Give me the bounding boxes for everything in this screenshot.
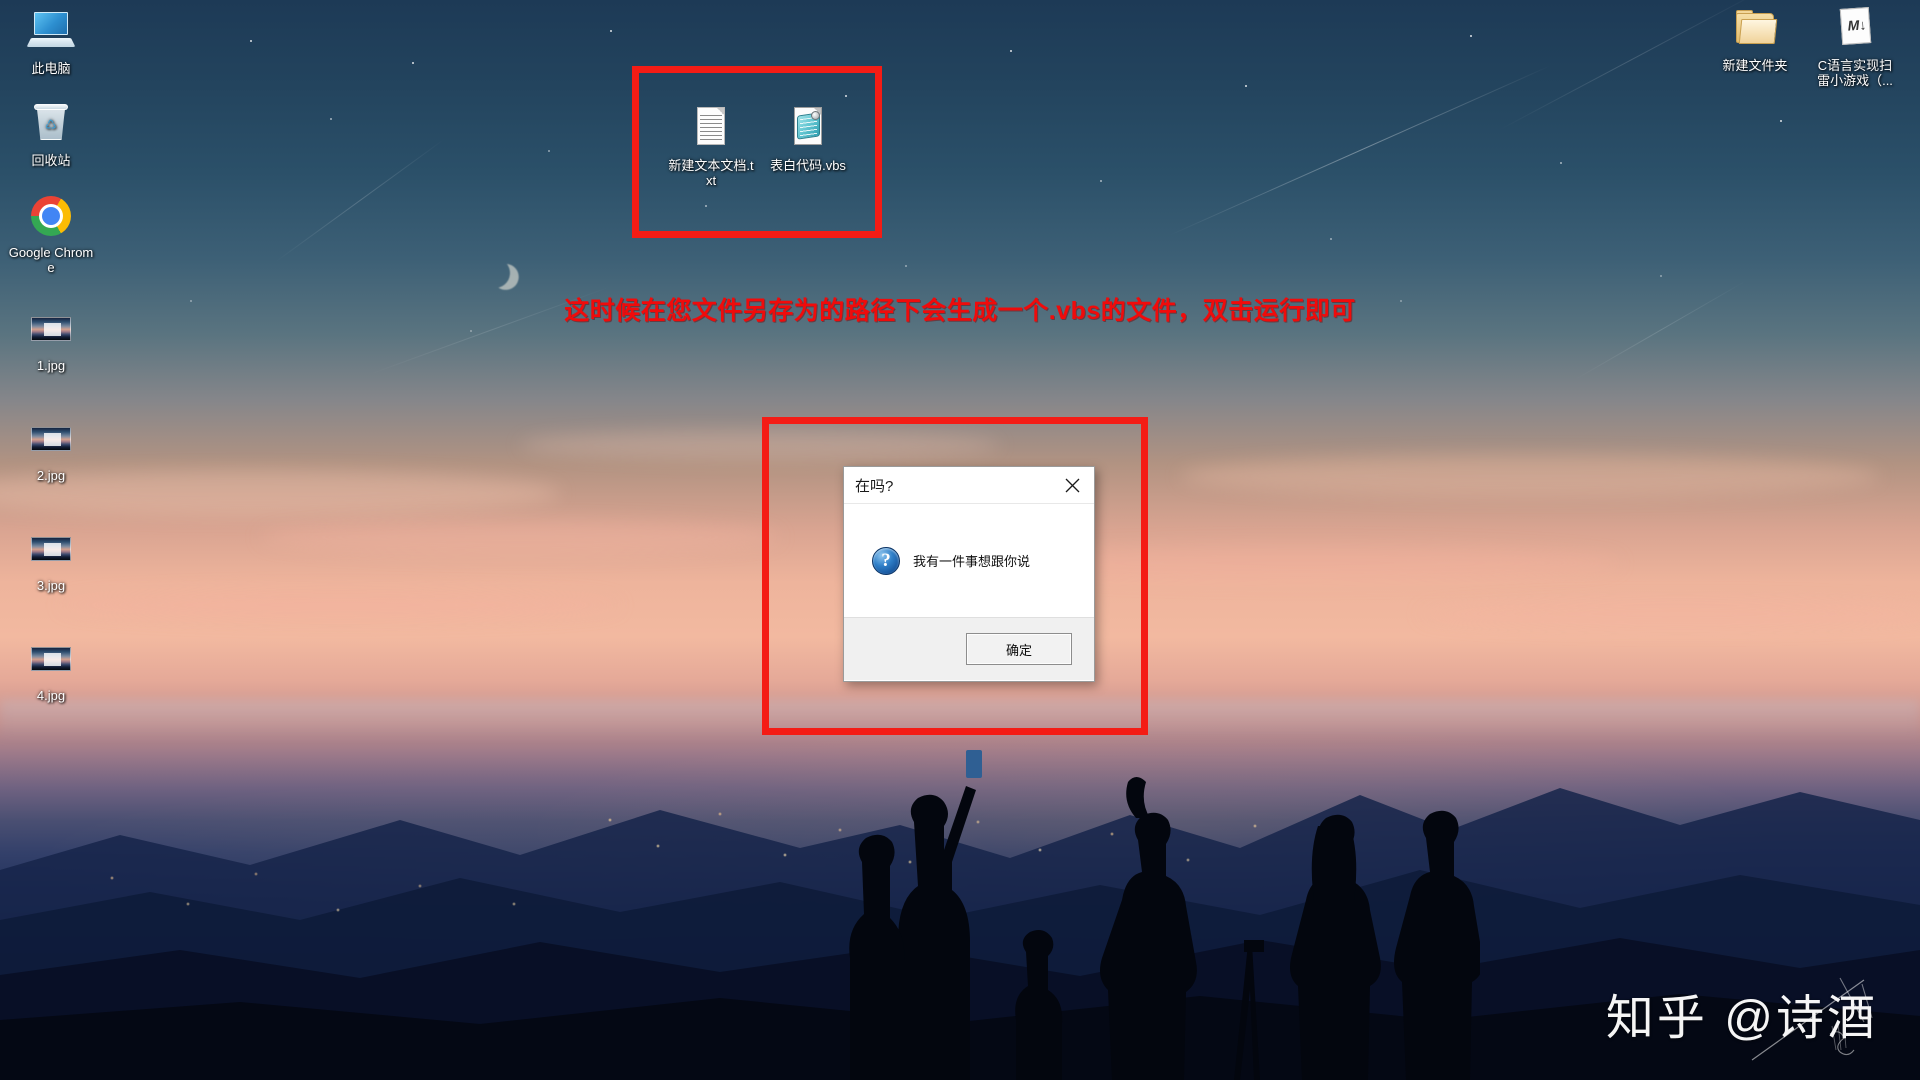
desktop-icon-label: 2.jpg (36, 468, 66, 483)
question-mark-icon: ? (872, 546, 900, 575)
image-thumbnail-icon (27, 635, 75, 683)
dialog-body: ? 我有一件事想跟你说 (844, 504, 1094, 617)
desktop-icon-c-minesweeper[interactable]: M↓ C语言实现扫雷小游戏（... (1812, 5, 1898, 88)
desktop-icon-recycle-bin[interactable]: ♺ 回收站 (8, 100, 94, 168)
desktop-icon-label: 4.jpg (36, 688, 66, 703)
dialog-footer: 确定 (844, 617, 1094, 680)
watermark: 知乎 @诗酒 (1605, 977, 1878, 1061)
desktop-icon-label: 此电脑 (31, 61, 71, 76)
redbox-files (632, 66, 882, 238)
dialog-title: 在吗? (855, 477, 894, 495)
close-icon[interactable] (1050, 467, 1094, 503)
image-thumbnail-icon (27, 525, 75, 573)
question-mark-glyph: ? (881, 550, 891, 571)
markdown-file-icon: M↓ (1831, 5, 1879, 53)
desktop-icon-new-folder[interactable]: 新建文件夹 (1712, 5, 1798, 73)
desktop-icon-label: Google Chrome (8, 245, 94, 275)
people-silhouettes (849, 750, 1480, 1080)
moon (476, 254, 514, 292)
desktop-icon-image-4[interactable]: 4.jpg (8, 635, 94, 703)
desktop-icon-google-chrome[interactable]: Google Chrome (8, 192, 94, 275)
desktop-icon-label: 回收站 (31, 153, 71, 168)
chrome-icon (27, 192, 75, 240)
folder-icon (1731, 5, 1779, 53)
recycle-bin-icon: ♺ (27, 100, 75, 148)
desktop-icon-label: C语言实现扫雷小游戏（... (1817, 58, 1893, 88)
annotation-caption: 这时候在您文件另存为的路径下会生成一个.vbs的文件，双击运行即可 (564, 297, 1356, 325)
computer-icon (26, 8, 76, 56)
message-dialog[interactable]: 在吗? ? 我有一件事想跟你说 确定 (843, 466, 1095, 682)
dialog-titlebar: 在吗? (844, 467, 1094, 504)
desktop-icon-label: 新建文件夹 (1722, 58, 1788, 73)
image-thumbnail-icon (27, 415, 75, 463)
watermark-text: 知乎 @诗酒 (1605, 992, 1878, 1045)
desktop-icon-label: 1.jpg (36, 358, 66, 373)
desktop[interactable]: 此电脑 ♺ 回收站 Google Chrome 1.jpg 2.jpg 3.jp… (0, 0, 1920, 1080)
ok-button[interactable]: 确定 (966, 633, 1072, 665)
desktop-icon-image-3[interactable]: 3.jpg (8, 525, 94, 593)
desktop-icon-image-2[interactable]: 2.jpg (8, 415, 94, 483)
desktop-icon-this-pc[interactable]: 此电脑 (8, 8, 94, 76)
dialog-message: 我有一件事想跟你说 (913, 554, 1031, 569)
desktop-icon-label: 3.jpg (36, 578, 66, 593)
